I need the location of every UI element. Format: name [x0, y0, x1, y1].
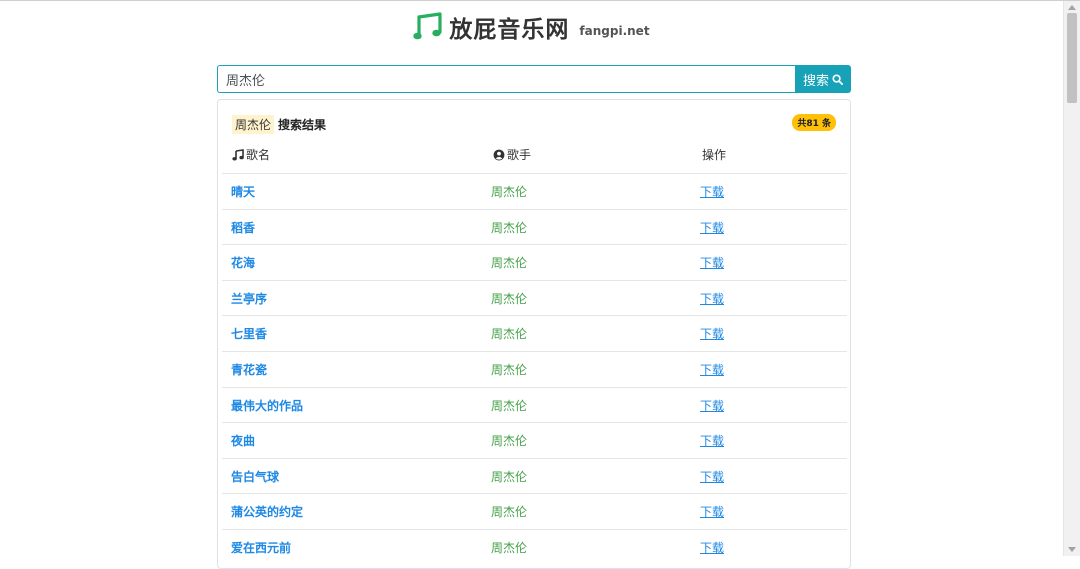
song-title-link[interactable]: 稻香	[231, 221, 255, 235]
music-notes-icon	[413, 12, 443, 40]
singer-link[interactable]: 周杰伦	[491, 541, 527, 555]
search-keyword: 周杰伦	[232, 114, 275, 134]
table-row: 晴天 周杰伦 下载	[222, 173, 847, 209]
singer-link[interactable]: 周杰伦	[491, 221, 527, 235]
results-header: 周杰伦 搜索结果 共81 条	[232, 114, 836, 134]
results-title: 搜索结果	[278, 117, 327, 132]
scroll-up-icon[interactable]	[1068, 5, 1076, 10]
table-row: 告白气球 周杰伦 下载	[222, 457, 847, 494]
song-title-link[interactable]: 蒲公英的约定	[231, 505, 303, 519]
download-link[interactable]: 下载	[700, 221, 724, 235]
column-header-song: 歌名	[232, 146, 270, 163]
search-button-label: 搜索	[802, 73, 829, 89]
table-row: 花海 周杰伦 下载	[222, 244, 847, 280]
singer-link[interactable]: 周杰伦	[491, 327, 527, 341]
song-title-link[interactable]: 兰亭序	[231, 292, 267, 306]
singer-link[interactable]: 周杰伦	[491, 256, 527, 270]
column-header-singer: 歌手	[493, 146, 531, 163]
download-link[interactable]: 下载	[700, 185, 724, 199]
site-brand[interactable]: 放屁音乐网	[449, 10, 569, 44]
scrollbar-thumb[interactable]	[1067, 13, 1077, 103]
search-button[interactable]: 搜索	[795, 65, 851, 93]
result-count-badge: 共81 条	[792, 114, 836, 131]
music-note-icon	[232, 148, 244, 160]
search-icon	[832, 73, 843, 85]
table-row: 青花瓷 周杰伦 下载	[222, 350, 847, 387]
singer-link[interactable]: 周杰伦	[491, 434, 527, 448]
site-domain: fangpi.net	[579, 24, 650, 38]
results-card: 周杰伦 搜索结果 共81 条 歌名 歌手 操作 晴天 周杰伦 下载 稻香 周杰伦…	[217, 99, 851, 569]
download-link[interactable]: 下载	[700, 256, 724, 270]
table-row: 最伟大的作品 周杰伦 下载	[222, 386, 847, 423]
singer-link[interactable]: 周杰伦	[491, 505, 527, 519]
column-header-action: 操作	[702, 146, 726, 163]
song-title-link[interactable]: 七里香	[231, 327, 267, 341]
table-row: 蒲公英的约定 周杰伦 下载	[222, 493, 847, 529]
table-header: 歌名 歌手 操作	[232, 146, 832, 162]
column-header-singer-label: 歌手	[507, 148, 532, 162]
column-header-action-label: 操作	[702, 148, 727, 162]
song-title-link[interactable]: 爱在西元前	[231, 541, 291, 555]
song-title-link[interactable]: 花海	[231, 256, 255, 270]
song-title-link[interactable]: 青花瓷	[231, 363, 267, 377]
download-link[interactable]: 下载	[700, 434, 724, 448]
table-row: 兰亭序 周杰伦 下载	[222, 279, 847, 316]
download-link[interactable]: 下载	[700, 470, 724, 484]
download-link[interactable]: 下载	[700, 292, 724, 306]
singer-link[interactable]: 周杰伦	[491, 399, 527, 413]
download-link[interactable]: 下载	[700, 541, 724, 555]
song-title-link[interactable]: 夜曲	[231, 434, 255, 448]
scroll-down-icon[interactable]	[1068, 547, 1076, 552]
page-scrollbar[interactable]	[1063, 1, 1080, 556]
song-title-link[interactable]: 告白气球	[231, 470, 279, 484]
table-row: 稻香 周杰伦 下载	[222, 208, 847, 245]
song-title-link[interactable]: 最伟大的作品	[231, 399, 303, 413]
download-link[interactable]: 下载	[700, 363, 724, 377]
site-header: 放屁音乐网 fangpi.net	[0, 9, 1063, 45]
table-row: 七里香 周杰伦 下载	[222, 315, 847, 351]
search-bar: 搜索	[217, 65, 851, 93]
singer-link[interactable]: 周杰伦	[491, 363, 527, 377]
singer-link[interactable]: 周杰伦	[491, 292, 527, 306]
download-link[interactable]: 下载	[700, 505, 724, 519]
column-header-song-label: 歌名	[246, 148, 271, 162]
download-link[interactable]: 下载	[700, 399, 724, 413]
singer-link[interactable]: 周杰伦	[491, 185, 527, 199]
singer-link[interactable]: 周杰伦	[491, 470, 527, 484]
table-row: 爱在西元前 周杰伦 下载	[222, 528, 847, 565]
download-link[interactable]: 下载	[700, 327, 724, 341]
song-title-link[interactable]: 晴天	[231, 185, 255, 199]
user-circle-icon	[493, 149, 505, 160]
results-list: 晴天 周杰伦 下载 稻香 周杰伦 下载 花海 周杰伦 下载 兰亭序 周杰伦 下载…	[222, 173, 847, 565]
table-row: 夜曲 周杰伦 下载	[222, 422, 847, 458]
search-input[interactable]	[217, 65, 795, 93]
